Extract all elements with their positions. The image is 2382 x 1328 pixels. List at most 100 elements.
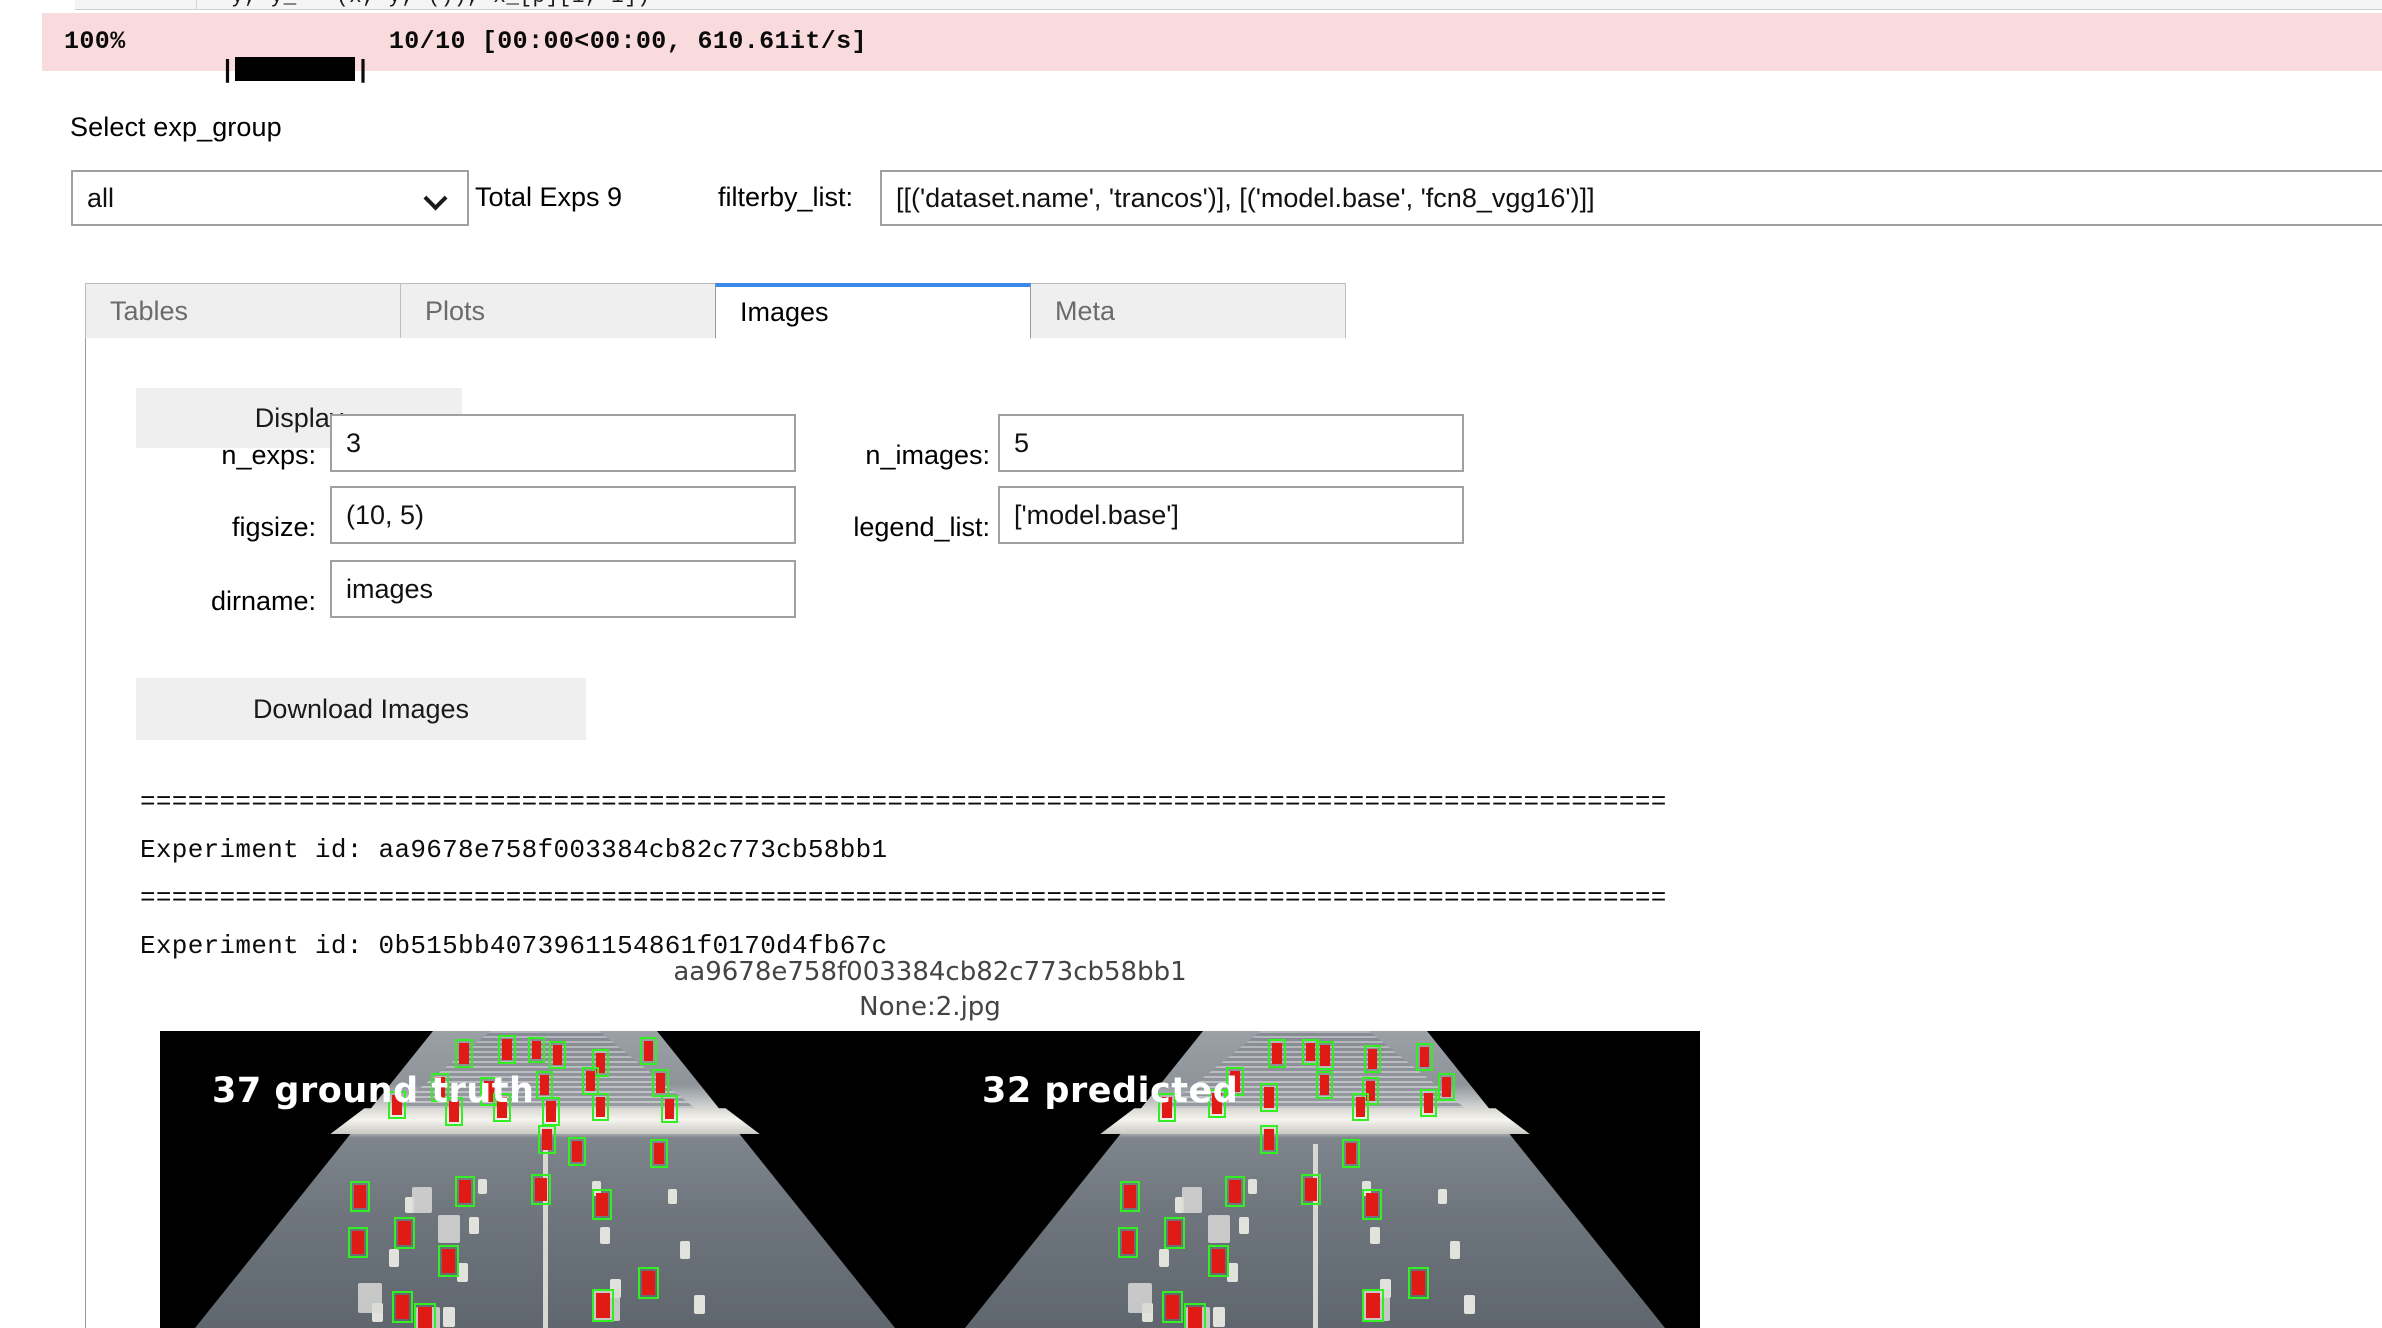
detection-box [394, 1217, 415, 1249]
n-images-input[interactable]: 5 [998, 414, 1464, 472]
output-experiment-id-1: Experiment id: aa9678e758f003384cb82c773… [140, 835, 888, 866]
figure-title-line-2: None:2.jpg [859, 991, 1001, 1022]
vehicle [438, 1215, 460, 1243]
n-images-label: n_images: [865, 440, 990, 470]
lane-dash [1239, 1217, 1249, 1234]
top-controls-row: all Total Exps 9 filterby_list: [[('data… [0, 170, 2382, 226]
detection-box [1416, 1043, 1433, 1071]
tab-tables[interactable]: Tables [85, 283, 401, 339]
experiment-output-text: ========================================… [140, 778, 1667, 970]
detection-box [1120, 1181, 1140, 1212]
detection-box [538, 1125, 556, 1154]
vehicle [1208, 1215, 1230, 1243]
detection-box [549, 1041, 566, 1069]
exp-group-select-value: all [87, 182, 115, 213]
detection-box [661, 1095, 678, 1123]
detection-box [1420, 1089, 1437, 1117]
tab-bar: Tables Plots Images Meta [85, 283, 1346, 339]
detection-box [1362, 1189, 1382, 1220]
lane-dash [694, 1295, 705, 1314]
vehicle [412, 1187, 432, 1213]
tqdm-progress-bar: | | [128, 27, 371, 114]
figsize-label: figsize: [231, 512, 316, 542]
ground-truth-panel: 37 ground truth [160, 1031, 930, 1328]
filterby-list-label: filterby_list: [718, 182, 854, 212]
lane-dash [1464, 1295, 1475, 1314]
lane-dash [443, 1307, 455, 1327]
detection-box [1362, 1289, 1384, 1322]
tqdm-output-banner: 100% | | 10/10 [00:00<00:00, 610.61it/s] [42, 13, 2382, 85]
detection-box [528, 1037, 545, 1063]
notebook-code-line: y, y_ = (x, y, ()), x_[p][i, i]) [205, 0, 650, 9]
detection-box [1301, 1174, 1321, 1205]
detection-box [414, 1303, 436, 1328]
lane-dash [1213, 1307, 1225, 1327]
detection-box [1260, 1083, 1278, 1112]
output-separator-1: ========================================… [140, 787, 1667, 817]
detection-box [1364, 1045, 1381, 1073]
filterby-list-input[interactable]: [[('dataset.name', 'trancos')], [('model… [880, 170, 2382, 226]
figure-canvas: 37 ground truth 32 predicted [160, 1031, 1700, 1328]
detection-box [592, 1289, 614, 1322]
detection-box [592, 1189, 612, 1220]
tqdm-bar-fill [235, 57, 356, 81]
result-figure: aa9678e758f003384cb82c773cb58bb1 None:2.… [160, 955, 1700, 1328]
median-divider [543, 1143, 548, 1328]
n-exps-input[interactable]: 3 [330, 414, 796, 472]
detection-box [536, 1071, 553, 1099]
lane-dash [1159, 1249, 1169, 1267]
output-separator-2: ========================================… [140, 883, 1667, 914]
detection-box [1352, 1093, 1369, 1121]
chevron-down-icon [425, 187, 447, 209]
tqdm-percent-label: 100% [64, 27, 126, 56]
detection-box [1118, 1227, 1138, 1258]
download-images-button[interactable]: Download Images [136, 678, 586, 740]
lane-dash [668, 1189, 677, 1204]
figure-title-line-1: aa9678e758f003384cb82c773cb58bb1 [673, 957, 1187, 987]
detection-box [455, 1176, 475, 1207]
vehicle [1128, 1283, 1152, 1313]
tab-plots[interactable]: Plots [400, 283, 716, 339]
detection-box [592, 1093, 609, 1121]
detection-box [1268, 1039, 1286, 1068]
tqdm-bar-right-pipe: | [355, 56, 371, 85]
detection-box [1316, 1071, 1333, 1099]
detection-box [1225, 1176, 1245, 1207]
detection-box [1438, 1073, 1455, 1101]
legend-list-input[interactable]: ['model.base'] [998, 486, 1464, 544]
lane-dash [1370, 1227, 1380, 1244]
figsize-input[interactable]: (10, 5) [330, 486, 796, 544]
lane-dash [478, 1179, 487, 1194]
vehicle [1182, 1187, 1202, 1213]
detection-box [498, 1035, 516, 1064]
detection-box [650, 1139, 668, 1168]
detection-box [1164, 1217, 1185, 1249]
exp-group-select[interactable]: all [71, 170, 469, 226]
notebook-cell-gutter [75, 0, 197, 10]
legend-list-label: legend_list: [853, 512, 990, 542]
detection-box [542, 1097, 560, 1126]
detection-box [1408, 1267, 1429, 1299]
detection-box [1162, 1291, 1183, 1323]
detection-box [652, 1069, 669, 1097]
detection-box [348, 1227, 368, 1258]
total-exps-label: Total Exps 9 [475, 182, 623, 212]
tqdm-counts: 10/10 [388, 27, 466, 56]
predicted-panel: 32 predicted [930, 1031, 1700, 1328]
lane-dash [600, 1227, 610, 1244]
detection-box [1342, 1139, 1360, 1168]
detection-box [582, 1067, 599, 1095]
tab-images[interactable]: Images [715, 283, 1031, 339]
detection-box [531, 1174, 551, 1205]
dirname-input[interactable]: images [330, 560, 796, 618]
detection-box [1302, 1039, 1319, 1065]
detection-box [392, 1291, 413, 1323]
tab-meta[interactable]: Meta [1030, 283, 1346, 339]
detection-box [568, 1137, 586, 1166]
select-exp-group-label: Select exp_group [70, 112, 282, 142]
lane-dash [1438, 1189, 1447, 1204]
tqdm-progress-line: 100% | | 10/10 [00:00<00:00, 610.61it/s] [64, 27, 867, 114]
tqdm-timing: [00:00<00:00, 610.61it/s] [481, 27, 867, 56]
notebook-cell-strip: y, y_ = (x, y, ()), x_[p][i, i]) [0, 0, 2382, 13]
median-divider [1313, 1143, 1318, 1328]
